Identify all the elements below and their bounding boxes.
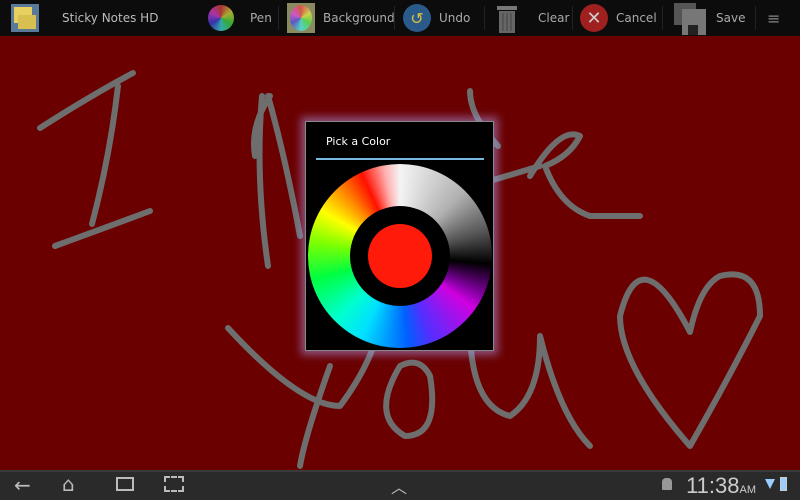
trash-icon	[497, 6, 517, 33]
android-debug-icon	[662, 478, 672, 490]
undo-button[interactable]: ↺ Undo	[403, 0, 470, 36]
battery-icon	[780, 477, 787, 491]
home-icon[interactable]: ⌂	[62, 472, 75, 496]
undo-icon: ↺	[403, 4, 431, 32]
dialog-title: Pick a Color	[326, 135, 391, 148]
selected-color-swatch[interactable]	[368, 224, 432, 288]
pen-button[interactable]: Pen	[208, 0, 272, 36]
back-icon[interactable]: ←	[14, 473, 31, 497]
color-picker-dialog: Pick a Color	[305, 121, 494, 351]
clock-ampm: AM	[739, 484, 757, 496]
background-label: Background	[323, 11, 395, 25]
clock-time: 11:38	[686, 473, 740, 498]
action-bar: Sticky Notes HD Pen Background ↺ Undo Cl…	[0, 0, 800, 36]
color-palette-icon	[208, 5, 234, 31]
recent-apps-icon[interactable]	[116, 477, 134, 491]
background-button[interactable]: Background	[287, 0, 395, 36]
sticky-notes-app-icon	[11, 4, 39, 32]
clear-button[interactable]: Clear	[494, 0, 569, 36]
pen-label: Pen	[250, 11, 272, 25]
clear-label: Clear	[538, 11, 570, 25]
app-title: Sticky Notes HD	[62, 11, 159, 25]
overflow-menu-icon[interactable]: ≡	[767, 0, 780, 36]
save-button[interactable]: Save	[672, 0, 745, 36]
wifi-icon	[765, 479, 775, 489]
cancel-icon: ✕	[580, 4, 608, 32]
screenshot-icon[interactable]	[164, 476, 184, 492]
save-label: Save	[716, 11, 746, 25]
background-color-icon	[287, 3, 315, 33]
chevron-up-icon[interactable]: ︿	[391, 474, 407, 498]
undo-label: Undo	[439, 11, 471, 25]
app-home[interactable]: Sticky Notes HD	[10, 0, 158, 36]
cancel-label: Cancel	[616, 11, 657, 25]
title-divider	[316, 158, 484, 160]
save-disk-icon	[674, 3, 706, 35]
status-clock[interactable]: 11:38AM	[686, 473, 756, 499]
system-nav-bar: ← ⌂ ︿ 11:38AM	[0, 470, 800, 500]
cancel-button[interactable]: ✕ Cancel	[580, 0, 657, 36]
